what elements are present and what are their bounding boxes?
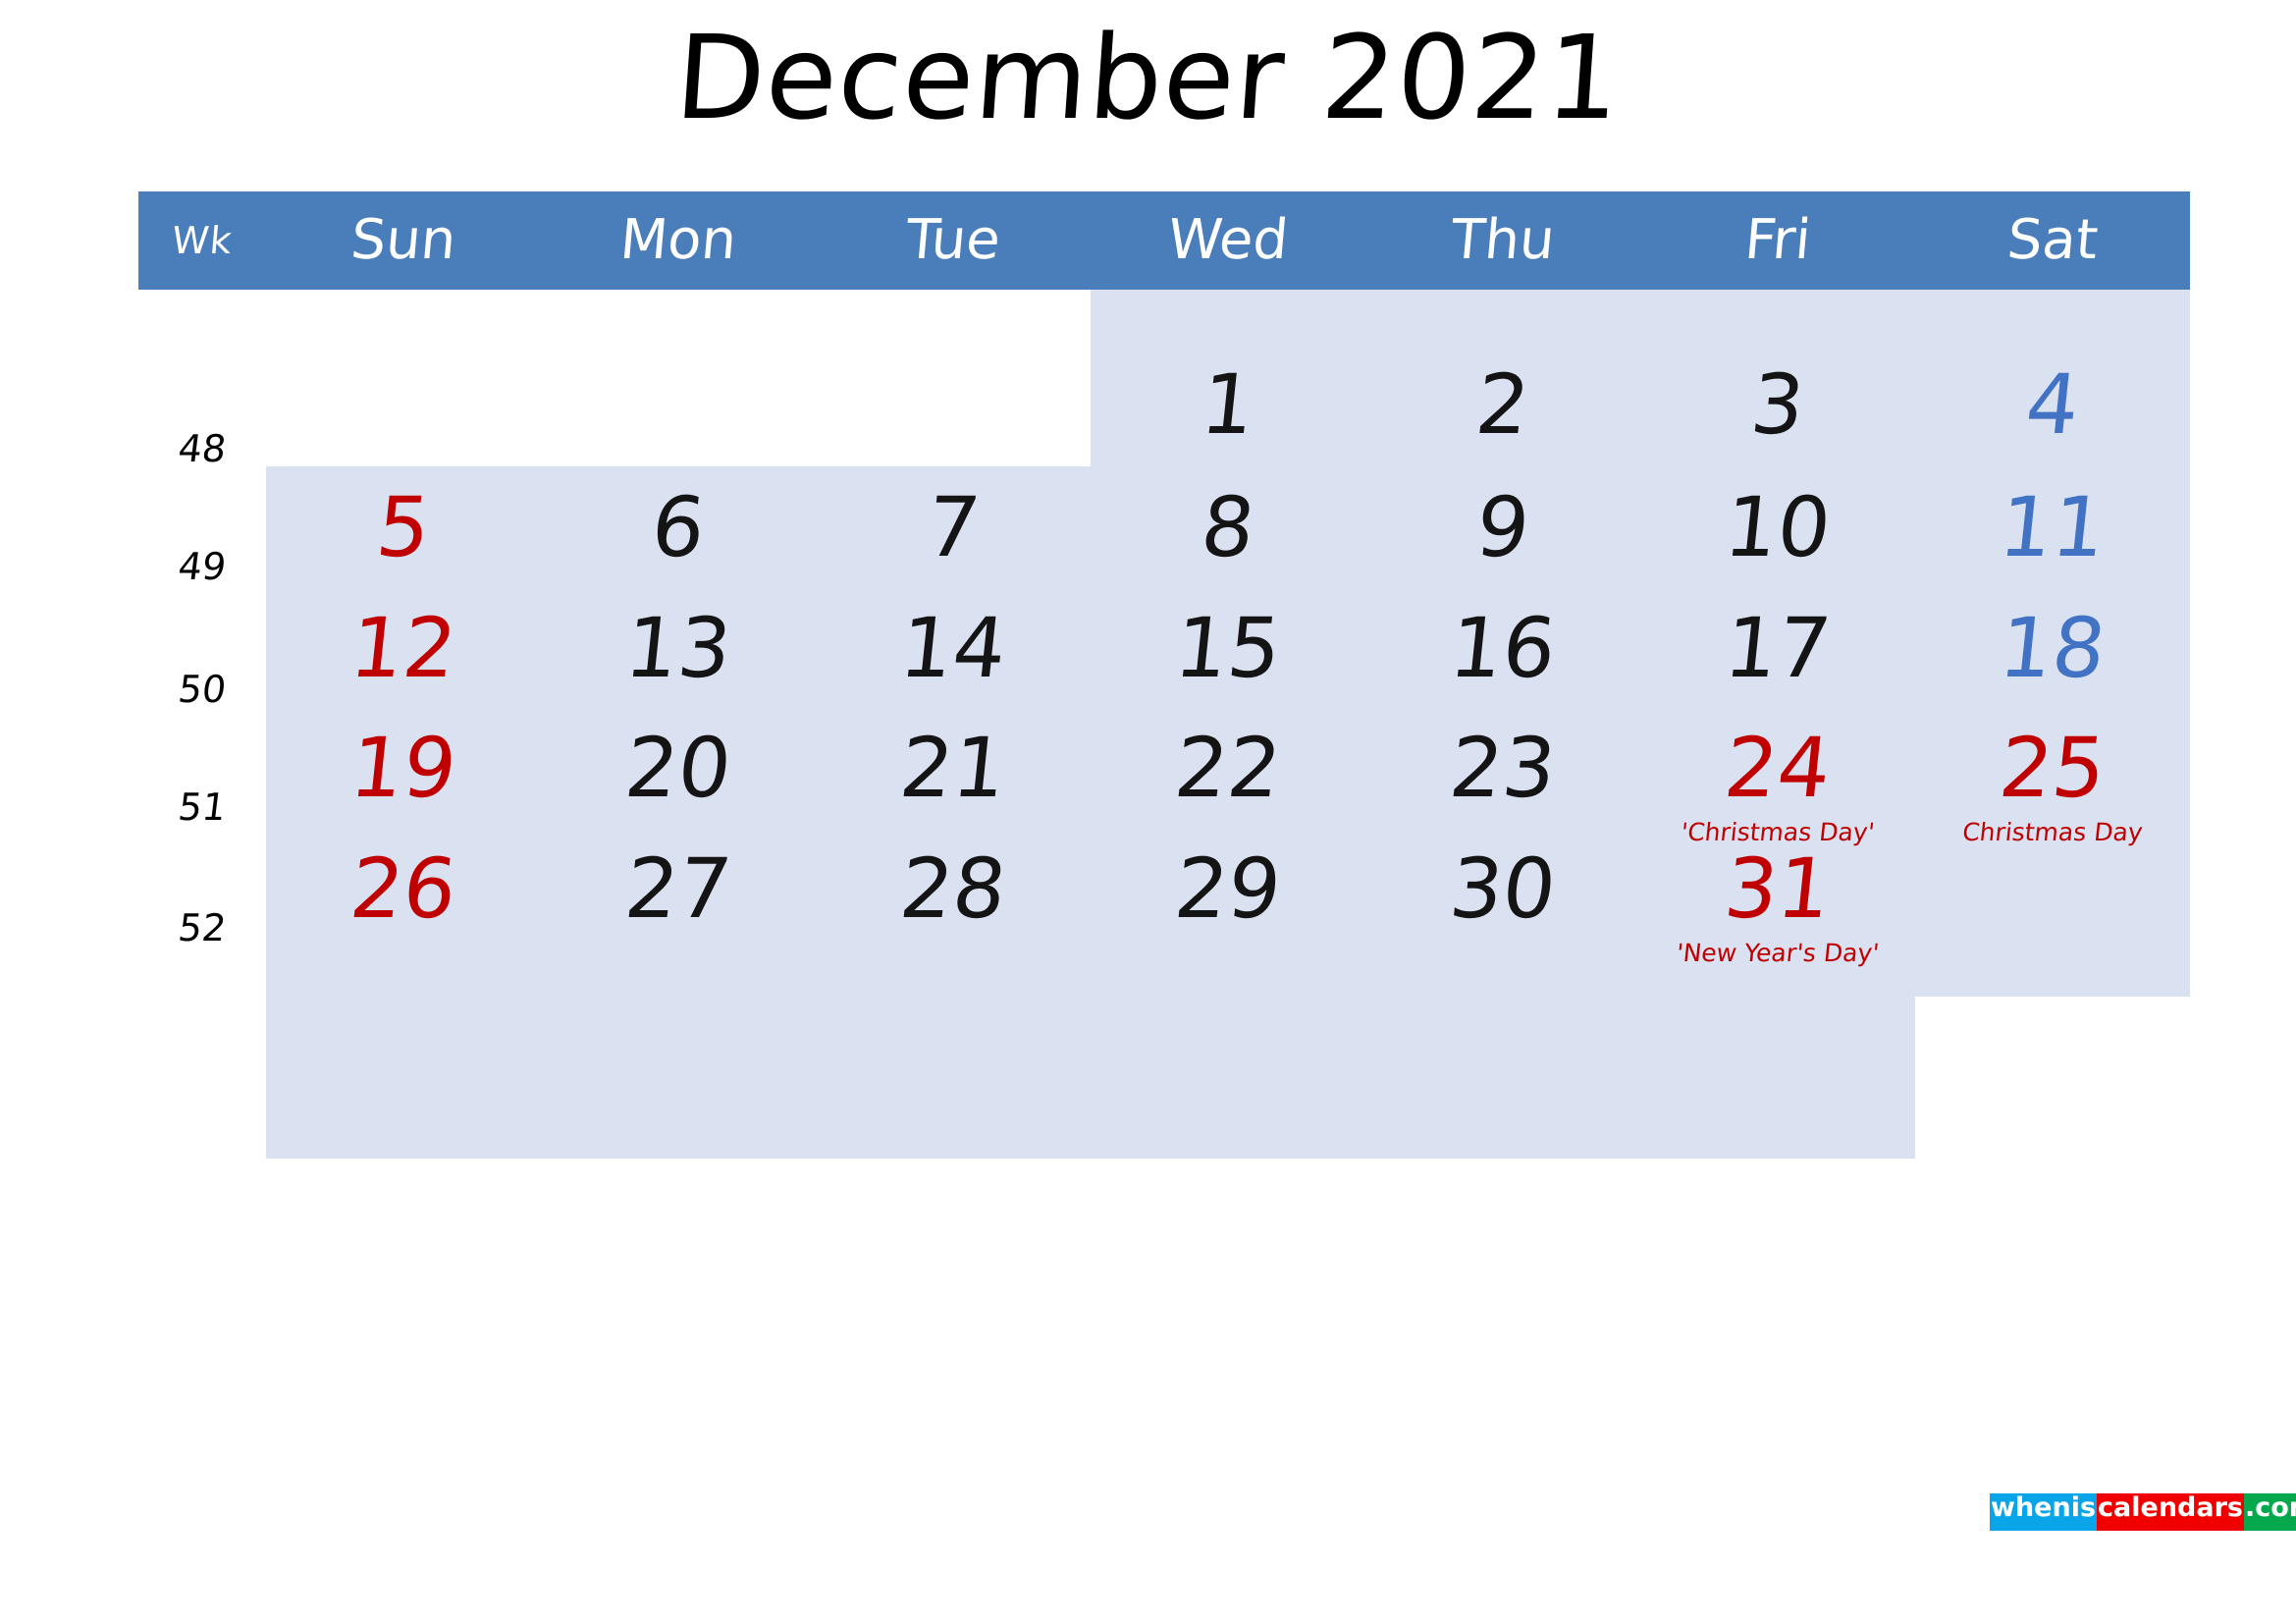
- header-day-sun: Sun: [347, 208, 459, 272]
- day-number: 22: [1170, 720, 1286, 816]
- day-cell-28[interactable]: 28: [816, 840, 1091, 937]
- day-number: 10: [1720, 479, 1836, 575]
- day-number: 26: [346, 840, 461, 937]
- watermark-part-calendars: calendars: [2097, 1493, 2244, 1531]
- day-cell-9[interactable]: 9: [1365, 479, 1640, 575]
- page-title: December 2021: [670, 10, 1627, 145]
- day-cell-7[interactable]: 7: [816, 479, 1091, 575]
- calendar-grid: Wk Sun Mon Tue Wed Thu Fri Sat 48 1 2 3 …: [138, 191, 2190, 1159]
- site-watermark[interactable]: whenis calendars .com: [1990, 1493, 2296, 1531]
- day-cell-23[interactable]: 23: [1365, 720, 1640, 816]
- day-cell-14[interactable]: 14: [816, 600, 1091, 696]
- day-number: 1: [1197, 356, 1259, 453]
- watermark-part-whenis: whenis: [1990, 1493, 2098, 1531]
- day-number: 28: [895, 840, 1011, 937]
- day-number: 15: [1170, 600, 1286, 696]
- day-number: 5: [372, 479, 435, 575]
- day-cell-15[interactable]: 15: [1091, 600, 1365, 696]
- header-day-tue: Tue: [903, 208, 1003, 272]
- week-number-51: 51: [176, 785, 229, 829]
- day-cell-27[interactable]: 27: [541, 840, 816, 937]
- header-day-fri: Fri: [1741, 208, 1814, 272]
- day-number: 24: [1720, 720, 1836, 816]
- day-number: 14: [895, 600, 1011, 696]
- day-cell-3[interactable]: 3: [1640, 356, 1915, 453]
- day-number: 9: [1471, 479, 1534, 575]
- day-number: 11: [1995, 479, 2110, 575]
- shade-week-52: [266, 997, 1915, 1159]
- day-number: 17: [1720, 600, 1836, 696]
- day-cell-2[interactable]: 2: [1365, 356, 1640, 453]
- header-day-thu: Thu: [1448, 208, 1558, 272]
- day-number: 21: [895, 720, 1011, 816]
- day-cell-10[interactable]: 10: [1640, 479, 1915, 575]
- day-number: 16: [1445, 600, 1561, 696]
- day-number: 23: [1445, 720, 1561, 816]
- page-title-container: December 2021: [422, 10, 1875, 145]
- day-cell-22[interactable]: 22: [1091, 720, 1365, 816]
- day-number: 27: [620, 840, 736, 937]
- day-number: 20: [620, 720, 736, 816]
- week-number-48: 48: [176, 427, 229, 470]
- day-cell-18[interactable]: 18: [1915, 600, 2190, 696]
- day-cell-16[interactable]: 16: [1365, 600, 1640, 696]
- day-number: 13: [620, 600, 736, 696]
- header-day-sat: Sat: [2004, 208, 2101, 272]
- day-cell-24[interactable]: 24 'Christmas Day': [1640, 720, 1915, 846]
- week-number-50: 50: [176, 668, 229, 711]
- day-cell-4[interactable]: 4: [1915, 356, 2190, 453]
- day-cell-8[interactable]: 8: [1091, 479, 1365, 575]
- day-cell-25[interactable]: 25 Christmas Day: [1915, 720, 2190, 846]
- day-number: 8: [1197, 479, 1259, 575]
- day-number: 3: [1746, 356, 1809, 453]
- day-cell-31[interactable]: 31 'New Year's Day': [1640, 840, 1915, 967]
- day-number: 7: [922, 479, 985, 575]
- day-cell-30[interactable]: 30: [1365, 840, 1640, 937]
- day-cell-1[interactable]: 1: [1091, 356, 1365, 453]
- day-number: 31: [1720, 840, 1836, 937]
- holiday-label-christmas-day: Christmas Day: [1960, 818, 2145, 846]
- day-number: 19: [346, 720, 461, 816]
- day-cell-13[interactable]: 13: [541, 600, 816, 696]
- day-number: 2: [1471, 356, 1534, 453]
- day-cell-12[interactable]: 12: [266, 600, 541, 696]
- week-number-49: 49: [176, 545, 229, 588]
- day-cell-11[interactable]: 11: [1915, 479, 2190, 575]
- day-number: 18: [1995, 600, 2110, 696]
- day-cell-19[interactable]: 19: [266, 720, 541, 816]
- day-cell-6[interactable]: 6: [541, 479, 816, 575]
- day-number: 25: [1995, 720, 2110, 816]
- day-cell-21[interactable]: 21: [816, 720, 1091, 816]
- day-cell-26[interactable]: 26: [266, 840, 541, 937]
- day-number: 30: [1445, 840, 1561, 937]
- day-cell-17[interactable]: 17: [1640, 600, 1915, 696]
- day-cell-5[interactable]: 5: [266, 479, 541, 575]
- day-cell-20[interactable]: 20: [541, 720, 816, 816]
- header-day-mon: Mon: [617, 208, 739, 272]
- day-cell-29[interactable]: 29: [1091, 840, 1365, 937]
- header-day-wed: Wed: [1165, 208, 1291, 272]
- day-number: 12: [346, 600, 461, 696]
- day-number: 4: [2021, 356, 2084, 453]
- header-week-label: Wk: [170, 219, 235, 262]
- holiday-label-new-years-day: 'New Year's Day': [1675, 939, 1881, 967]
- day-number: 6: [647, 479, 710, 575]
- week-number-52: 52: [176, 906, 229, 949]
- day-number: 29: [1170, 840, 1286, 937]
- watermark-part-com: .com: [2243, 1493, 2296, 1531]
